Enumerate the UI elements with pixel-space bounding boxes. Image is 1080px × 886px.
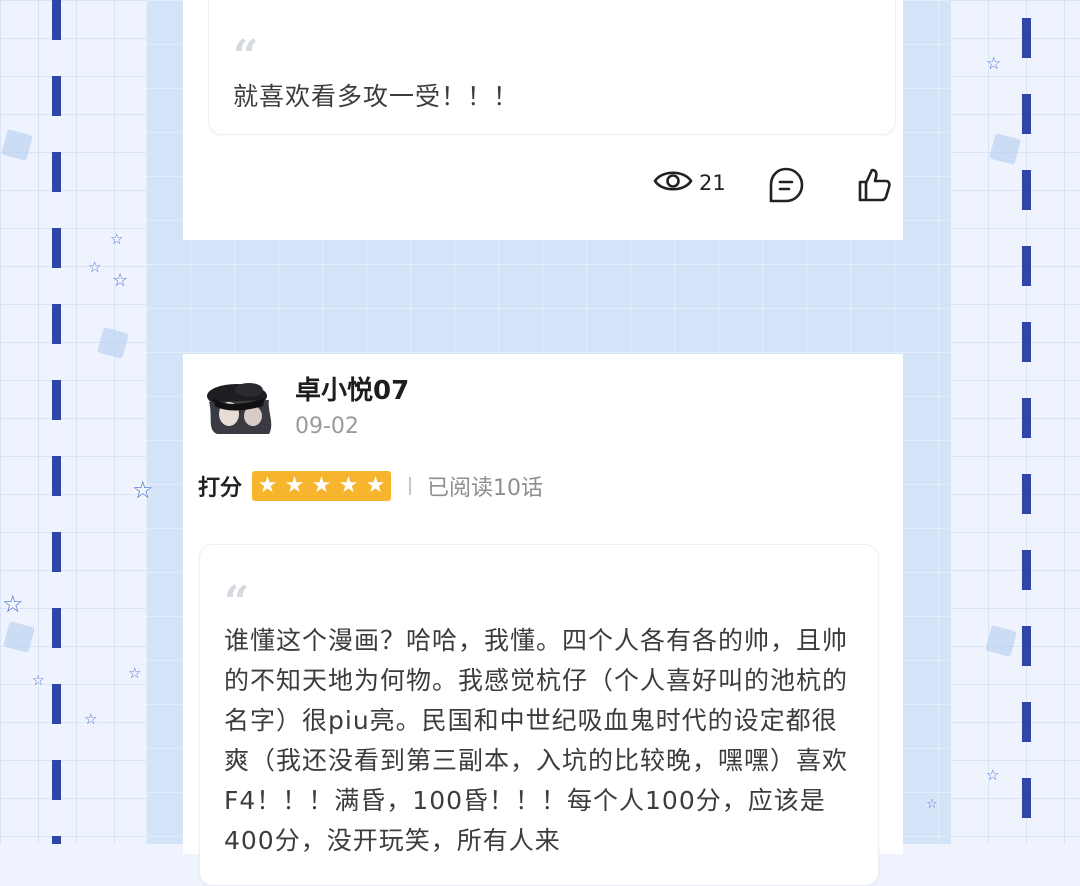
star-icon: ★ bbox=[365, 473, 386, 498]
review-text: 就喜欢看多攻一受！！！ bbox=[233, 82, 520, 111]
rating-row: 打分 ★ ★ ★ ★ ★ 已阅读10话 bbox=[198, 470, 543, 502]
avatar[interactable] bbox=[203, 376, 277, 436]
decor-star-icon: ☆ bbox=[84, 710, 98, 728]
view-count-value: 21 bbox=[699, 171, 726, 195]
thumbs-up-icon bbox=[855, 166, 893, 208]
right-dashed-border bbox=[1022, 0, 1031, 844]
decor-star-icon: ☆ bbox=[926, 797, 938, 812]
left-dashed-border bbox=[52, 0, 61, 844]
post-date: 09-02 bbox=[295, 414, 359, 439]
decor-star-icon: ☆ bbox=[128, 664, 142, 682]
quote-icon: “ bbox=[224, 577, 250, 628]
review-card: 卓小悦07 09-02 打分 ★ ★ ★ ★ ★ 已阅读10话 “ 谁懂这个漫画… bbox=[183, 354, 903, 886]
like-button[interactable] bbox=[855, 166, 893, 208]
decor-star-icon: ☆ bbox=[88, 258, 102, 276]
rating-label: 打分 bbox=[198, 476, 243, 501]
review-text: 谁懂这个漫画？哈哈，我懂。四个人各有各的帅，且帅的不知天地为何物。我感觉杭仔（个… bbox=[224, 626, 849, 855]
star-icon: ★ bbox=[338, 473, 359, 498]
decor-star-icon: ☆ bbox=[32, 673, 45, 689]
decor-star-icon: ☆ bbox=[110, 230, 124, 248]
star-icon: ★ bbox=[284, 473, 305, 498]
star-icon: ★ bbox=[257, 473, 278, 498]
eye-icon bbox=[653, 166, 693, 200]
rating-stars: ★ ★ ★ ★ ★ bbox=[252, 471, 392, 501]
view-count: 21 bbox=[653, 166, 726, 200]
review-content-box: “ 就喜欢看多攻一受！！！ bbox=[208, 0, 896, 135]
decor-star-icon: ☆ bbox=[112, 270, 129, 291]
read-status: 已阅读10话 bbox=[427, 476, 544, 501]
quote-icon: “ bbox=[233, 31, 259, 82]
review-card: “ 就喜欢看多攻一受！！！ 21 bbox=[183, 0, 903, 240]
comment-button[interactable] bbox=[767, 166, 805, 208]
comment-icon bbox=[767, 166, 805, 208]
star-icon: ★ bbox=[311, 473, 332, 498]
decor-star-icon: ☆ bbox=[2, 590, 24, 618]
review-content-box: “ 谁懂这个漫画？哈哈，我懂。四个人各有各的帅，且帅的不知天地为何物。我感觉杭仔… bbox=[199, 544, 879, 886]
review-actions: 21 bbox=[643, 166, 903, 208]
decor-star-icon: ☆ bbox=[986, 54, 1002, 74]
decor-star-icon: ☆ bbox=[132, 476, 154, 504]
divider bbox=[409, 477, 412, 495]
decor-star-icon: ☆ bbox=[986, 766, 1000, 784]
username[interactable]: 卓小悦07 bbox=[295, 370, 409, 407]
